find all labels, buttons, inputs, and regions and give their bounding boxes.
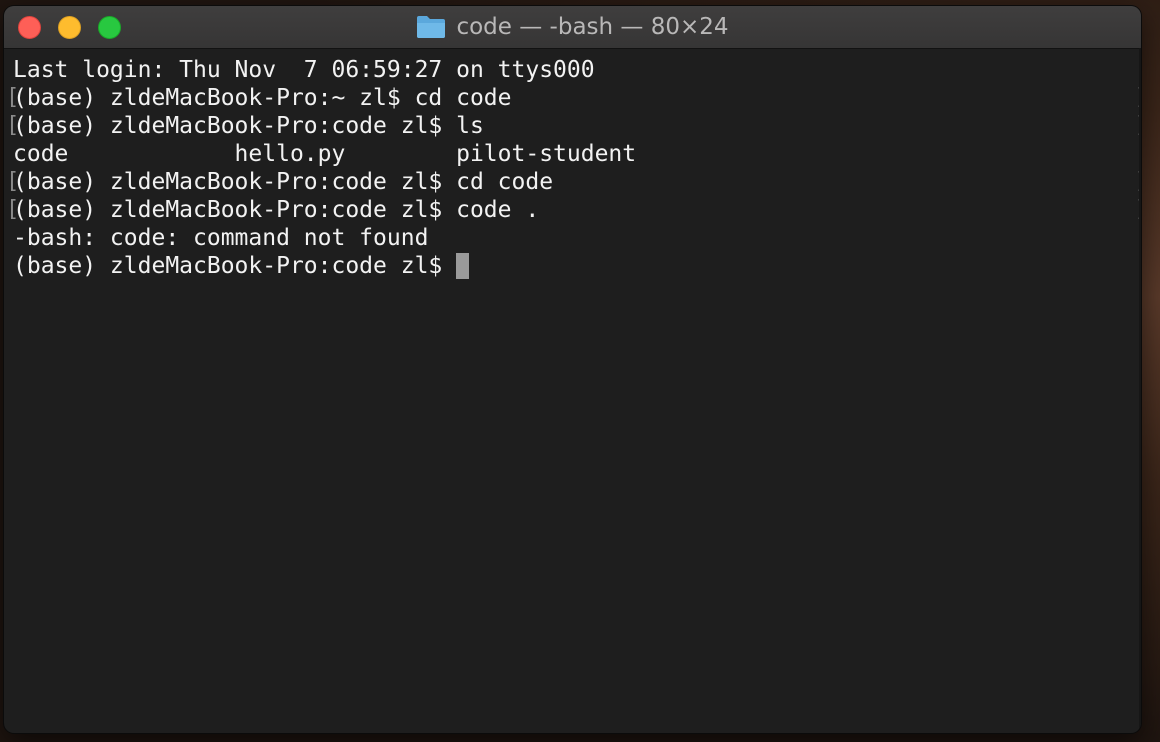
terminal-line: Last login: Thu Nov 7 06:59:27 on ttys00…	[13, 56, 1133, 84]
terminal-line: [(base) zldeMacBook-Pro:code zl$ code .]	[6, 196, 1141, 224]
terminal-line-text: (base) zldeMacBook-Pro:code zl$ cd code	[13, 169, 554, 195]
title-bar[interactable]: code — -bash — 80×24	[4, 6, 1141, 49]
window-edge	[1139, 48, 1141, 733]
window-title: code — -bash — 80×24	[456, 14, 729, 40]
terminal-line: [(base) zldeMacBook-Pro:code zl$ ls]	[6, 112, 1141, 140]
terminal-line: code hello.py pilot-student	[13, 140, 1133, 168]
terminal-line-text: (base) zldeMacBook-Pro:code zl$ code .	[13, 197, 540, 223]
terminal-line-text: (base) zldeMacBook-Pro:~ zl$ cd code	[13, 85, 512, 111]
terminal-line-text: code hello.py pilot-student	[13, 141, 637, 167]
folder-icon	[417, 16, 446, 38]
terminal-output[interactable]: Last login: Thu Nov 7 06:59:27 on ttys00…	[6, 56, 1141, 726]
mark-open: [	[6, 85, 20, 110]
terminal-line: -bash: code: command not found	[13, 224, 1133, 252]
terminal-line-text: (base) zldeMacBook-Pro:code zl$ ls	[13, 113, 484, 139]
mark-open: [	[6, 197, 20, 222]
text-cursor	[456, 253, 470, 279]
mark-open: [	[6, 113, 20, 138]
terminal-prompt: (base) zldeMacBook-Pro:code zl$	[13, 253, 457, 279]
terminal-line: [(base) zldeMacBook-Pro:~ zl$ cd code]	[6, 84, 1141, 112]
window-title-area: code — -bash — 80×24	[4, 6, 1141, 48]
terminal-window[interactable]: code — -bash — 80×24 Last login: Thu Nov…	[4, 6, 1141, 733]
mark-open: [	[6, 169, 20, 194]
terminal-line: [(base) zldeMacBook-Pro:code zl$ cd code…	[6, 168, 1141, 196]
terminal-line-text: Last login: Thu Nov 7 06:59:27 on ttys00…	[13, 57, 595, 83]
terminal-prompt-line[interactable]: (base) zldeMacBook-Pro:code zl$	[13, 252, 1133, 280]
terminal-line-text: -bash: code: command not found	[13, 225, 429, 251]
